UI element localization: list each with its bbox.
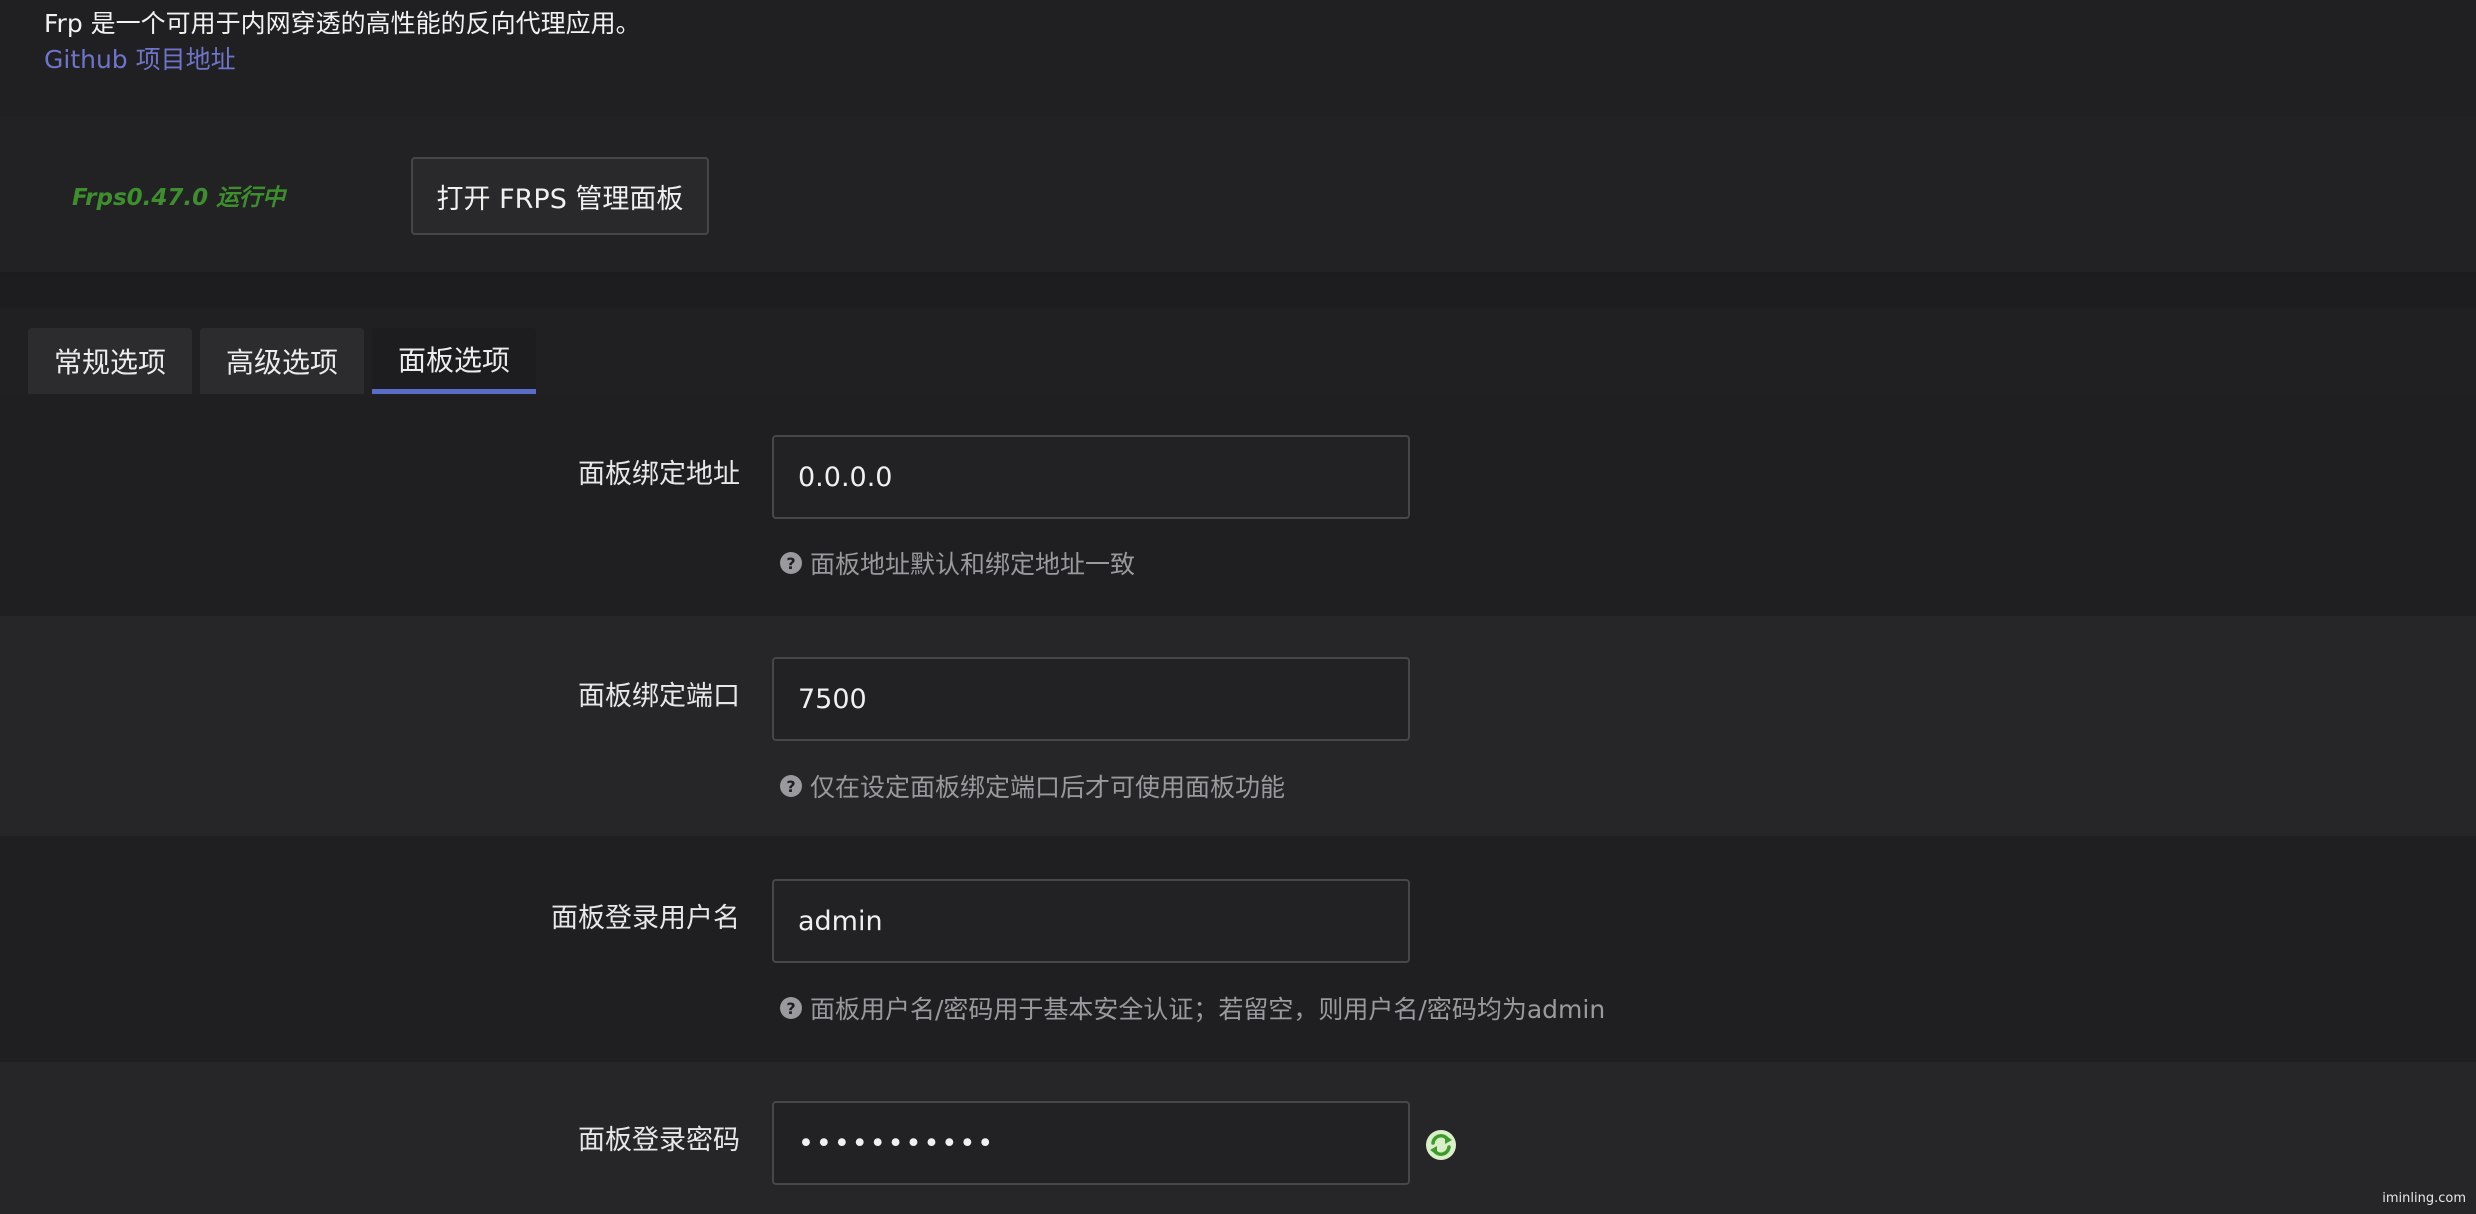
github-link[interactable]: Github 项目地址 [44, 42, 236, 78]
tab-dashboard[interactable]: 面板选项 [372, 328, 537, 394]
status-panel [0, 116, 2476, 274]
tab-general[interactable]: 常规选项 [28, 328, 193, 394]
question-circle-icon: ? [780, 552, 802, 574]
reveal-password-refresh-icon[interactable] [1424, 1128, 1458, 1162]
open-frps-dashboard-button[interactable]: 打开 FRPS 管理面板 [411, 157, 709, 235]
dashboard-addr-label: 面板绑定地址 [578, 459, 740, 490]
dashboard-user-hint: ? 面板用户名/密码用于基本安全认证；若留空，则用户名/密码均为admin [780, 990, 1605, 1026]
dashboard-pwd-input[interactable] [772, 1101, 1410, 1185]
dashboard-addr-input[interactable] [772, 435, 1410, 519]
watermark: iminling.com [2382, 1191, 2466, 1206]
dashboard-user-label: 面板登录用户名 [551, 903, 740, 934]
dashboard-port-hint: ? 仅在设定面板绑定端口后才可使用面板功能 [780, 768, 1285, 804]
dashboard-port-label: 面板绑定端口 [578, 681, 740, 712]
dashboard-addr-hint: ? 面板地址默认和绑定地址一致 [780, 545, 1135, 581]
question-circle-icon: ? [780, 775, 802, 797]
section-separator [0, 274, 2476, 308]
frps-panel-page: Frp 是一个可用于内网穿透的高性能的反向代理应用。 Github 项目地址 F… [0, 0, 2476, 1214]
dashboard-port-input[interactable] [772, 657, 1410, 741]
dashboard-pwd-label: 面板登录密码 [578, 1125, 740, 1156]
dashboard-user-hint-text: 面板用户名/密码用于基本安全认证；若留空，则用户名/密码均为admin [810, 995, 1606, 1024]
tab-advanced[interactable]: 高级选项 [200, 328, 365, 394]
status-running-text: Frps0.47.0 运行中 [72, 185, 286, 211]
app-description: Frp 是一个可用于内网穿透的高性能的反向代理应用。 [44, 9, 641, 38]
dashboard-user-input[interactable] [772, 879, 1410, 963]
dashboard-addr-hint-text: 面板地址默认和绑定地址一致 [810, 550, 1136, 579]
question-circle-icon: ? [780, 997, 802, 1019]
dashboard-port-hint-text: 仅在设定面板绑定端口后才可使用面板功能 [810, 773, 1286, 802]
tab-bar: 常规选项 高级选项 面板选项 [28, 328, 537, 396]
